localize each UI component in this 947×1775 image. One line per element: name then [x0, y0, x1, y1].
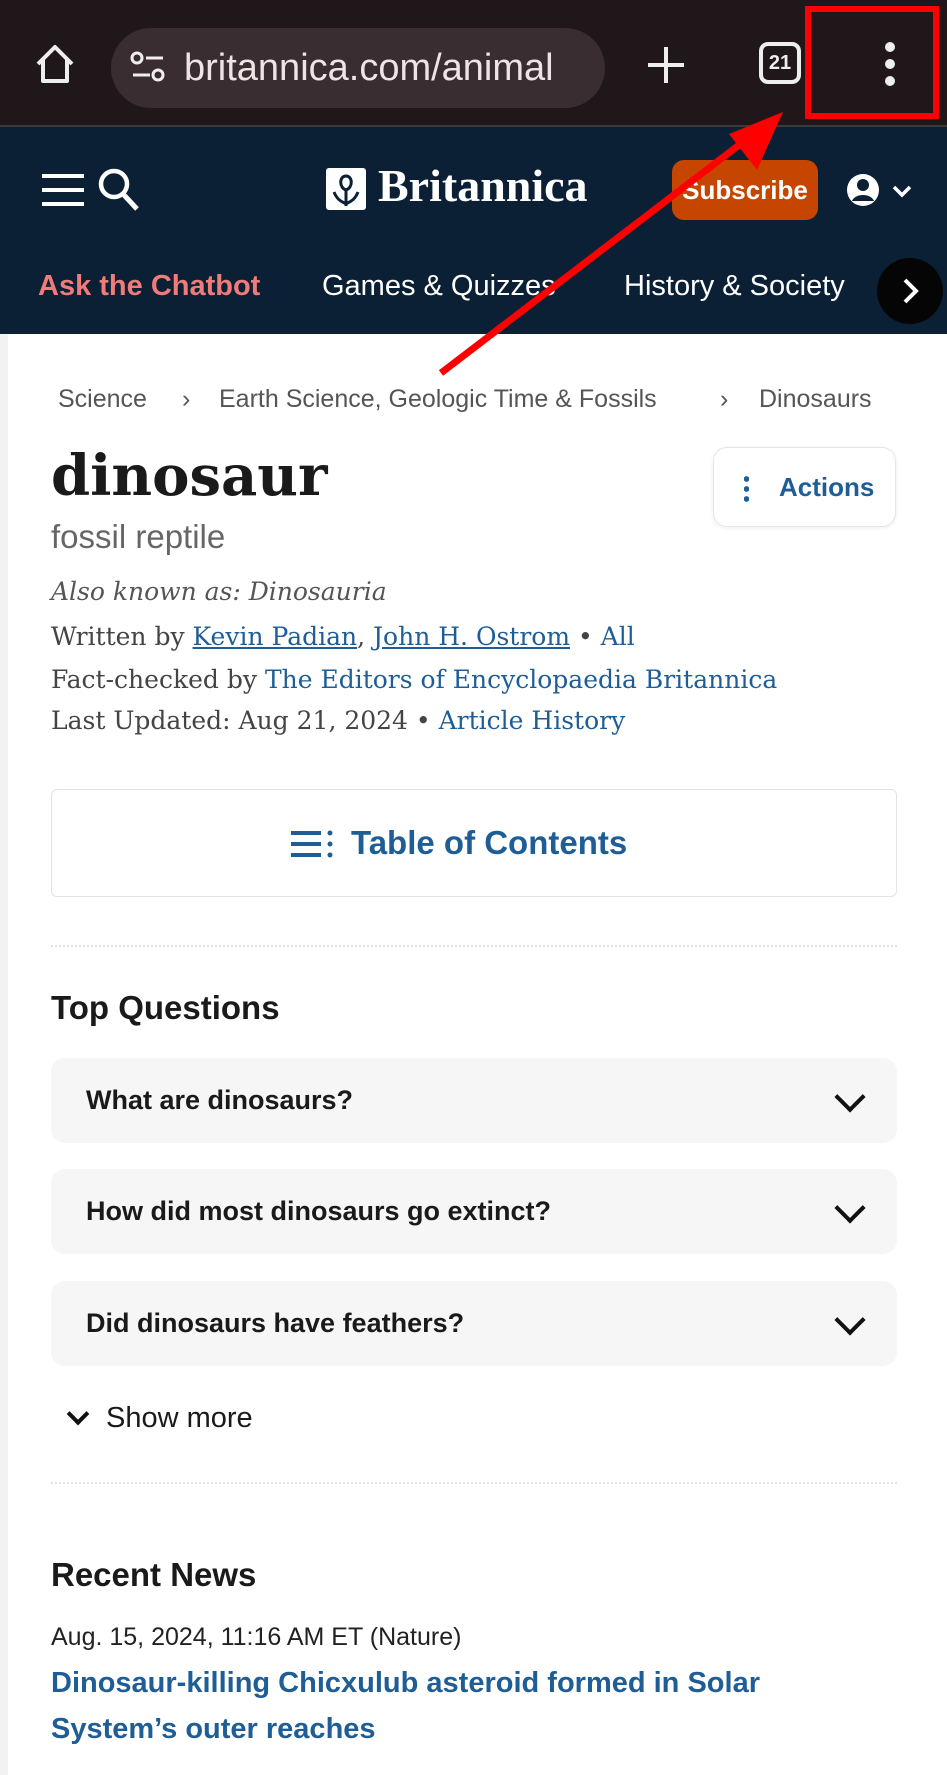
page-subtitle: fossil reptile: [51, 518, 226, 555]
fact-checked: Fact-checked by The Editors of Encyclopa…: [51, 665, 778, 694]
chevron-down-icon: [834, 1081, 866, 1113]
show-more-button[interactable]: Show more: [64, 1402, 253, 1435]
last-updated: Last Updated: Aug 21, 2024 • Article His…: [51, 706, 626, 735]
table-of-contents-button[interactable]: Table of Contents: [51, 789, 897, 897]
kebab-icon: [744, 474, 749, 502]
recent-news-heading: Recent News: [51, 1556, 257, 1593]
divider: [51, 945, 897, 947]
top-questions-heading: Top Questions: [51, 989, 280, 1026]
chevron-down-icon: [834, 1192, 866, 1224]
author-link[interactable]: John H. Ostrom: [373, 622, 570, 651]
fact-checker-link[interactable]: The Editors of Encyclopaedia Britannica: [265, 665, 777, 694]
also-known-as: Also known as: Dinosauria: [51, 577, 387, 606]
actions-button[interactable]: Actions: [713, 447, 896, 527]
divider: [51, 1482, 897, 1484]
news-headline-link[interactable]: Dinosaur-killing Chicxulub asteroid form…: [51, 1660, 811, 1752]
article-history-link[interactable]: Article History: [439, 706, 626, 735]
question-item[interactable]: How did most dinosaurs go extinct?: [51, 1169, 897, 1254]
question-item[interactable]: Did dinosaurs have feathers?: [51, 1281, 897, 1366]
chevron-down-icon: [66, 1402, 90, 1426]
page-title: dinosaur: [51, 443, 328, 509]
list-icon: [291, 830, 333, 858]
byline: Written by Kevin Padian, John H. Ostrom …: [51, 622, 635, 651]
chevron-down-icon: [834, 1304, 866, 1336]
question-item[interactable]: What are dinosaurs?: [51, 1058, 897, 1143]
red-arrow-annotation: [438, 112, 783, 376]
news-date: Aug. 15, 2024, 11:16 AM ET (Nature): [51, 1623, 462, 1651]
all-authors-link[interactable]: All: [601, 622, 635, 651]
author-link[interactable]: Kevin Padian: [193, 622, 358, 651]
